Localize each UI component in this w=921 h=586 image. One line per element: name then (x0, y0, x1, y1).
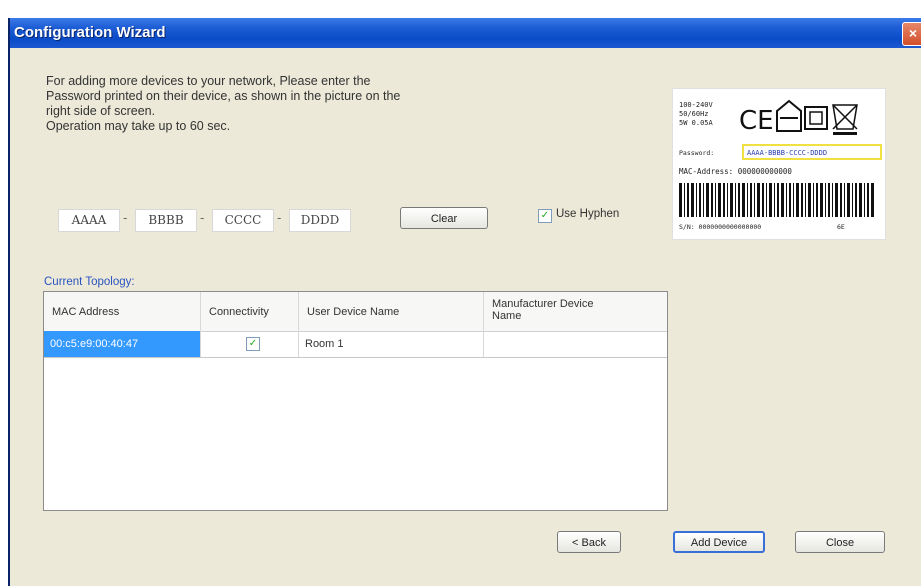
back-button[interactable]: < Back (557, 531, 621, 553)
column-header-label: Manufacturer Device Name (492, 298, 594, 322)
column-header-label: MAC Address (52, 306, 120, 318)
clear-button[interactable]: Clear (400, 207, 488, 229)
instruction-line: For adding more devices to your network,… (46, 74, 371, 88)
label-sn-line: S/N: 0000000000000000 (679, 223, 761, 231)
label-password-key: Password: (679, 149, 714, 157)
use-hyphen-checkbox[interactable]: ✓ (538, 209, 552, 223)
instruction-line: right side of screen. (46, 104, 156, 118)
current-topology-label: Current Topology: (44, 276, 135, 288)
label-spec-2: 50/60Hz (679, 110, 709, 118)
ce-mark: CE (739, 106, 774, 136)
close-button[interactable]: Close (795, 531, 885, 553)
password-separator: - (277, 210, 282, 225)
device-label-graphic: 100-240V 50/60Hz 5W 0.05A CE Password: A… (679, 99, 882, 231)
window-title: Configuration Wizard (14, 24, 166, 41)
cell-manufacturer-device-name[interactable] (484, 331, 667, 357)
cell-user-device-name[interactable]: Room 1 (299, 331, 484, 357)
instructions-text: For adding more devices to your network,… (46, 74, 546, 134)
connectivity-checkbox[interactable]: ✓ (246, 337, 260, 351)
cell-connectivity[interactable]: ✓ (201, 331, 299, 357)
column-header-label: Connectivity (209, 306, 269, 318)
add-device-button[interactable]: Add Device (673, 531, 765, 553)
column-header-connectivity[interactable]: Connectivity (201, 292, 299, 331)
password-field-4[interactable]: DDDD (289, 209, 351, 232)
table-row[interactable]: 00:c5:e9:00:40:47 ✓ Room 1 (44, 331, 667, 358)
password-field-1[interactable]: AAAA (58, 209, 120, 232)
password-separator: - (200, 210, 205, 225)
column-header-user-device-name[interactable]: User Device Name (299, 292, 484, 331)
instruction-line: Operation may take up to 60 sec. (46, 119, 231, 133)
password-separator: - (123, 210, 128, 225)
cell-mac-address[interactable]: 00:c5:e9:00:40:47 (44, 331, 201, 357)
window-close-button[interactable]: × (902, 22, 921, 46)
password-field-3[interactable]: CCCC (212, 209, 274, 232)
label-sn-suffix: 6E (837, 223, 845, 231)
label-mac-line: MAC-Address: 000000000000 (679, 167, 792, 176)
table-header: MAC Address Connectivity User Device Nam… (44, 292, 667, 332)
double-insulation-icon (804, 106, 828, 130)
label-spec-1: 100-240V (679, 101, 714, 109)
device-label-image: 100-240V 50/60Hz 5W 0.05A CE Password: A… (672, 88, 886, 240)
instruction-line: Password printed on their device, as sho… (46, 89, 401, 103)
column-header-mac[interactable]: MAC Address (44, 292, 201, 331)
topology-table[interactable]: MAC Address Connectivity User Device Nam… (43, 291, 668, 511)
column-header-label: User Device Name (307, 306, 400, 318)
column-header-manufacturer-device-name[interactable]: Manufacturer Device Name (484, 292, 667, 331)
title-bar: Configuration Wizard × (10, 18, 921, 48)
barcode (679, 183, 874, 217)
use-hyphen-label: Use Hyphen (556, 208, 620, 220)
label-spec-3: 5W 0.05A (679, 119, 714, 127)
password-field-2[interactable]: BBBB (135, 209, 197, 232)
house-icon (776, 99, 802, 132)
label-password-value: AAAA-BBBB-CCCC-DDDD (747, 149, 827, 157)
